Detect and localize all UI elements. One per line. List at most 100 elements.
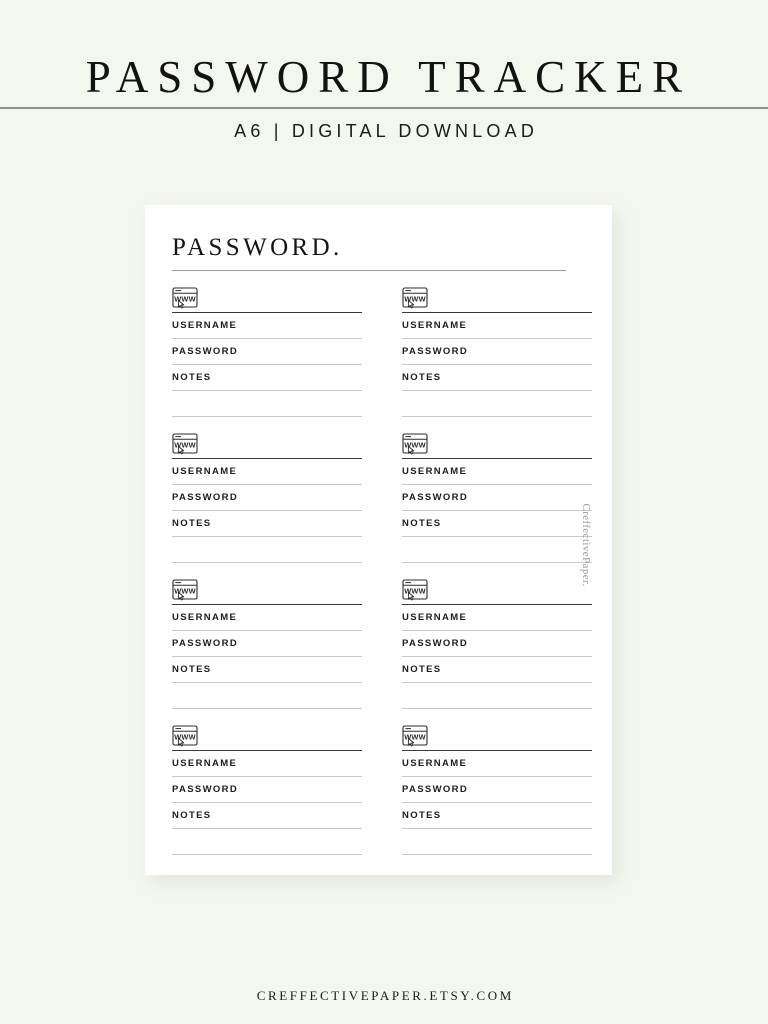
password-field[interactable]: PASSWORD bbox=[402, 631, 592, 656]
notes-field[interactable]: NOTES bbox=[402, 365, 592, 390]
username-field[interactable]: USERNAME bbox=[172, 459, 362, 484]
notes-extra-line[interactable] bbox=[402, 562, 592, 563]
password-entry: WWW USERNAME PASSWORD NOTES bbox=[172, 721, 362, 867]
footer-shop-url: CREFFECTIVEPAPER.ETSY.COM bbox=[256, 988, 514, 1003]
notes-field[interactable]: NOTES bbox=[172, 657, 362, 682]
page-subtitle: A6 | DIGITAL DOWNLOAD bbox=[234, 121, 539, 141]
password-field[interactable]: PASSWORD bbox=[172, 339, 362, 364]
svg-text:WWW: WWW bbox=[404, 295, 426, 304]
svg-text:WWW: WWW bbox=[174, 441, 196, 450]
notes-field[interactable]: NOTES bbox=[172, 365, 362, 390]
watermark: CreffectivePaper. bbox=[579, 490, 593, 600]
password-entry: WWW USERNAME PASSWORD NOTES bbox=[402, 721, 592, 867]
notes-extra-line[interactable] bbox=[172, 416, 362, 417]
notes-field[interactable]: NOTES bbox=[172, 803, 362, 828]
notes-label: NOTES bbox=[172, 518, 212, 529]
notes-extra-line[interactable] bbox=[402, 854, 592, 855]
page-title: PASSWORD TRACKER bbox=[85, 52, 692, 102]
username-field[interactable]: USERNAME bbox=[402, 313, 592, 338]
svg-text:WWW: WWW bbox=[404, 587, 426, 596]
notes-extra-line[interactable] bbox=[172, 854, 362, 855]
notes-extra-space bbox=[402, 391, 592, 416]
www-browser-icon: WWW bbox=[172, 287, 198, 309]
notes-field[interactable]: NOTES bbox=[402, 511, 592, 536]
password-label: PASSWORD bbox=[172, 346, 239, 357]
svg-text:WWW: WWW bbox=[174, 295, 196, 304]
password-field[interactable]: PASSWORD bbox=[402, 777, 592, 802]
notes-label: NOTES bbox=[402, 810, 442, 821]
notes-label: NOTES bbox=[402, 372, 442, 383]
password-entry-grid: WWW USERNAME PASSWORD NOTES WWW USERNAME… bbox=[172, 283, 592, 867]
username-label: USERNAME bbox=[172, 320, 238, 331]
card-title-divider bbox=[172, 270, 566, 271]
notes-field[interactable]: NOTES bbox=[172, 511, 362, 536]
notes-label: NOTES bbox=[402, 664, 442, 675]
entry-row: WWW USERNAME PASSWORD NOTES WWW USERNAME… bbox=[172, 575, 592, 721]
entry-row: WWW USERNAME PASSWORD NOTES WWW USERNAME… bbox=[172, 721, 592, 867]
password-field[interactable]: PASSWORD bbox=[402, 339, 592, 364]
username-label: USERNAME bbox=[402, 320, 468, 331]
www-browser-icon: WWW bbox=[172, 433, 198, 455]
svg-text:WWW: WWW bbox=[404, 733, 426, 742]
notes-field[interactable]: NOTES bbox=[402, 657, 592, 682]
www-browser-icon: WWW bbox=[172, 579, 198, 601]
watermark-text: CreffectivePaper. bbox=[580, 503, 592, 587]
username-label: USERNAME bbox=[172, 758, 238, 769]
svg-text:WWW: WWW bbox=[404, 441, 426, 450]
notes-extra-line[interactable] bbox=[172, 562, 362, 563]
password-label: PASSWORD bbox=[172, 492, 239, 503]
notes-label: NOTES bbox=[402, 518, 442, 529]
notes-field[interactable]: NOTES bbox=[402, 803, 592, 828]
notes-extra-line[interactable] bbox=[172, 708, 362, 709]
password-field[interactable]: PASSWORD bbox=[172, 485, 362, 510]
www-browser-icon: WWW bbox=[172, 725, 198, 747]
username-field[interactable]: USERNAME bbox=[172, 313, 362, 338]
password-tracker-page: PASSWORD. WWW USERNAME PASSWORD NOTES WW… bbox=[145, 205, 612, 875]
www-browser-icon: WWW bbox=[402, 287, 428, 309]
password-field[interactable]: PASSWORD bbox=[172, 631, 362, 656]
www-browser-icon: WWW bbox=[402, 725, 428, 747]
password-label: PASSWORD bbox=[402, 638, 469, 649]
username-label: USERNAME bbox=[402, 612, 468, 623]
username-field[interactable]: USERNAME bbox=[402, 605, 592, 630]
username-field[interactable]: USERNAME bbox=[402, 459, 592, 484]
notes-extra-space bbox=[172, 829, 362, 854]
notes-extra-space bbox=[402, 537, 592, 562]
password-field[interactable]: PASSWORD bbox=[402, 485, 592, 510]
svg-text:WWW: WWW bbox=[174, 733, 196, 742]
password-label: PASSWORD bbox=[402, 346, 469, 357]
notes-label: NOTES bbox=[172, 810, 212, 821]
card-title: PASSWORD. bbox=[172, 234, 343, 261]
username-label: USERNAME bbox=[172, 612, 238, 623]
notes-label: NOTES bbox=[172, 372, 212, 383]
password-label: PASSWORD bbox=[402, 784, 469, 795]
page-header: PASSWORD TRACKER A6 | DIGITAL DOWNLOAD bbox=[0, 0, 768, 160]
username-field[interactable]: USERNAME bbox=[172, 605, 362, 630]
notes-extra-space bbox=[402, 829, 592, 854]
username-label: USERNAME bbox=[172, 466, 238, 477]
password-label: PASSWORD bbox=[172, 638, 239, 649]
entry-row: WWW USERNAME PASSWORD NOTES WWW USERNAME… bbox=[172, 429, 592, 575]
www-browser-icon: WWW bbox=[402, 433, 428, 455]
username-label: USERNAME bbox=[402, 758, 468, 769]
password-label: PASSWORD bbox=[172, 784, 239, 795]
password-entry: WWW USERNAME PASSWORD NOTES bbox=[172, 283, 362, 429]
www-browser-icon: WWW bbox=[402, 579, 428, 601]
notes-extra-space bbox=[402, 683, 592, 708]
username-field[interactable]: USERNAME bbox=[172, 751, 362, 776]
password-entry: WWW USERNAME PASSWORD NOTES bbox=[402, 283, 592, 429]
notes-extra-line[interactable] bbox=[402, 416, 592, 417]
password-label: PASSWORD bbox=[402, 492, 469, 503]
notes-extra-space bbox=[172, 391, 362, 416]
password-field[interactable]: PASSWORD bbox=[172, 777, 362, 802]
notes-extra-space bbox=[172, 537, 362, 562]
username-field[interactable]: USERNAME bbox=[402, 751, 592, 776]
password-entry: WWW USERNAME PASSWORD NOTES bbox=[402, 429, 592, 575]
notes-label: NOTES bbox=[172, 664, 212, 675]
header-divider bbox=[0, 107, 768, 109]
username-label: USERNAME bbox=[402, 466, 468, 477]
notes-extra-line[interactable] bbox=[402, 708, 592, 709]
svg-text:WWW: WWW bbox=[174, 587, 196, 596]
entry-row: WWW USERNAME PASSWORD NOTES WWW USERNAME… bbox=[172, 283, 592, 429]
password-entry: WWW USERNAME PASSWORD NOTES bbox=[172, 429, 362, 575]
